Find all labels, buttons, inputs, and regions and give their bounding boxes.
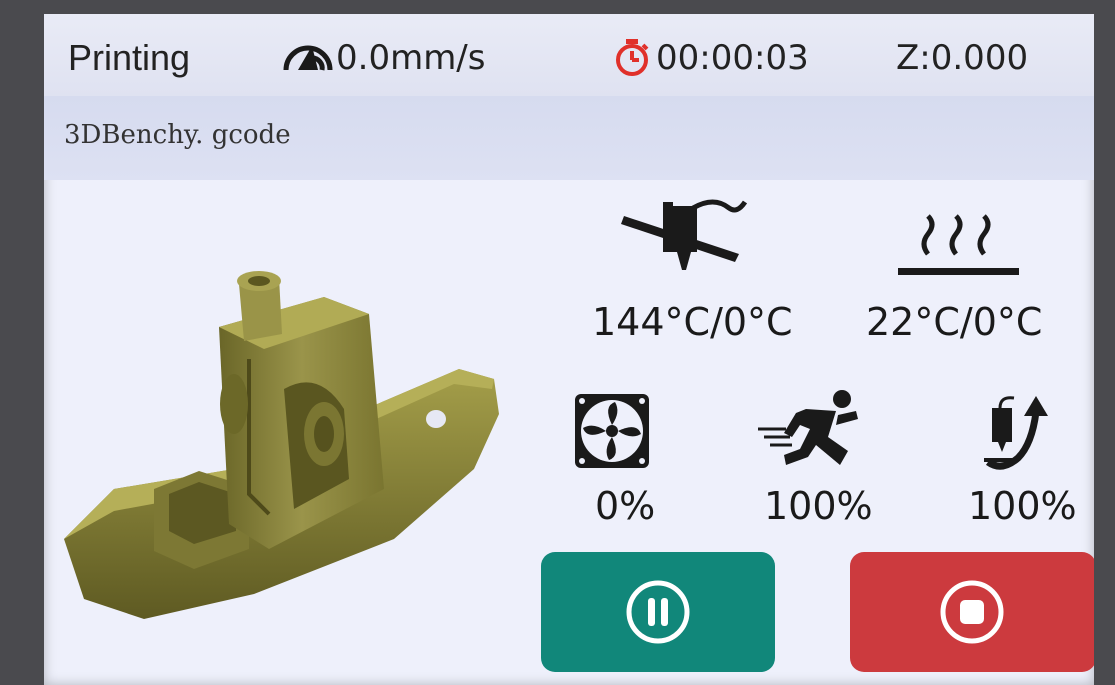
heated-bed-icon: [898, 214, 1019, 275]
print-state: Printing: [68, 37, 191, 78]
model-preview: [64, 271, 499, 619]
pause-button[interactable]: [541, 552, 775, 672]
flow-rate: 100%: [968, 484, 1077, 528]
printer-screen: Printing 0.0mm/s 00:00:03 Z:0.000 3DBenc…: [44, 14, 1094, 685]
nozzle-temperature: 144°C/0°C: [592, 300, 793, 344]
status-bar: Printing 0.0mm/s 00:00:03 Z:0.000: [44, 14, 1094, 96]
speedometer-icon: [283, 45, 333, 71]
print-speed: 0.0mm/s: [336, 38, 486, 78]
stop-button[interactable]: [850, 552, 1094, 672]
bed-temperature: 22°C/0°C: [866, 300, 1043, 344]
fan-speed: 0%: [595, 484, 656, 528]
file-name: 3DBenchy. gcode: [64, 120, 291, 150]
fan-icon: [575, 394, 649, 468]
stopwatch-icon: [616, 39, 649, 76]
running-person-icon: [758, 390, 858, 465]
extruder-flow-icon: [984, 396, 1048, 470]
stop-icon: [940, 580, 1004, 644]
file-bar: 3DBenchy. gcode: [44, 96, 1094, 180]
z-position: Z:0.000: [896, 38, 1029, 78]
hotend-nozzle-icon: [621, 199, 748, 270]
pause-icon: [626, 580, 690, 644]
speed-factor: 100%: [764, 484, 873, 528]
elapsed-time: 00:00:03: [656, 38, 809, 78]
